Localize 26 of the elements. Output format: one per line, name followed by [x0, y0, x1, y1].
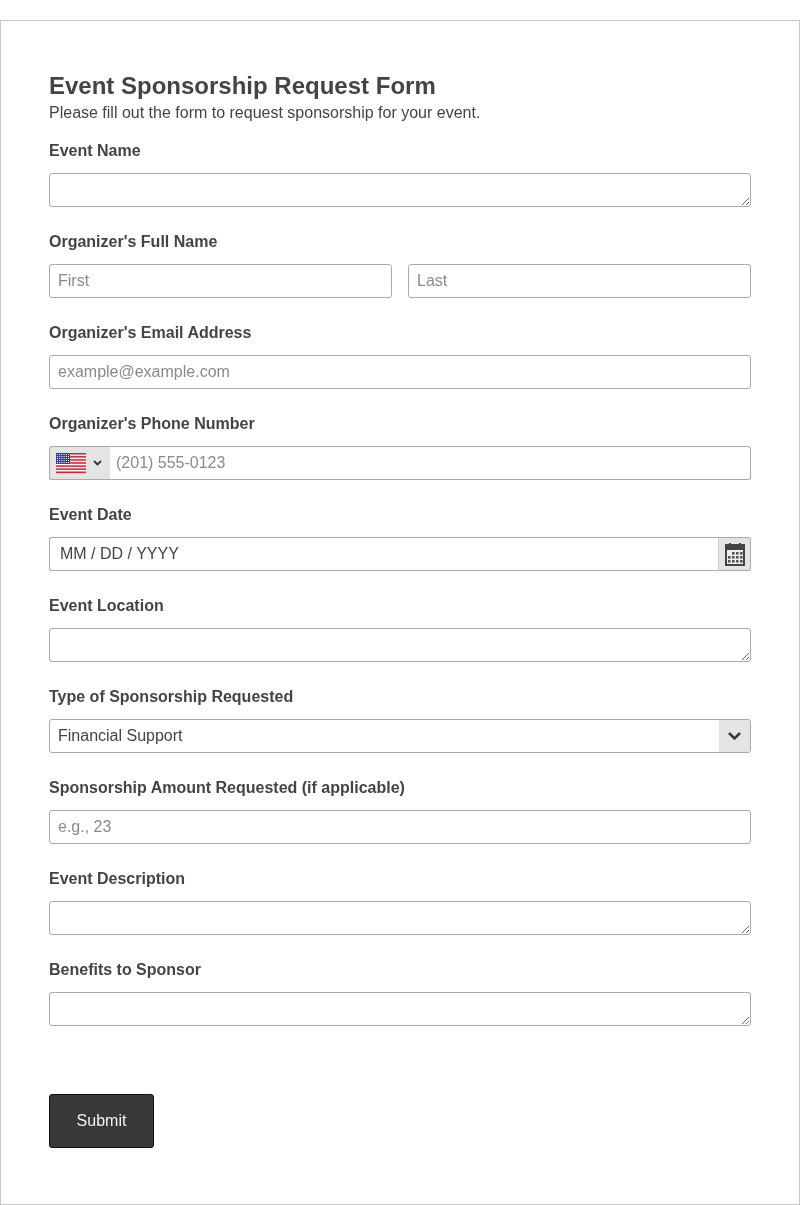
textarea-field[interactable] [49, 992, 751, 1026]
field-label: Type of Sponsorship Requested [49, 687, 295, 707]
date-field[interactable]: MM / DD / YYYY [49, 537, 718, 571]
form-title: Event Sponsorship Request Form [49, 72, 437, 100]
calendar-button[interactable] [718, 537, 751, 571]
caret-icon [719, 720, 750, 752]
calendar-icon [724, 542, 745, 566]
form-description: Please fill out the form to request sponsorship for your event. [49, 103, 482, 123]
field-label: Event Date [49, 505, 133, 525]
field-label: Sponsorship Amount Requested (if applicable) [49, 778, 406, 798]
field-label: Organizer's Email Address [49, 323, 253, 343]
name-field[interactable]: Last [408, 264, 751, 298]
submit-button[interactable]: Submit [49, 1094, 154, 1148]
email-field[interactable]: example@example.com [49, 355, 751, 389]
field-label: Organizer's Phone Number [49, 414, 256, 434]
name-field[interactable]: First [49, 264, 392, 298]
sponsorship-type-select[interactable]: Financial Support [49, 719, 751, 753]
field-label: Event Location [49, 596, 165, 616]
field-label: Event Description [49, 869, 187, 889]
field-label: Event Name [49, 141, 142, 161]
amount-field[interactable]: e.g., 23 [49, 810, 751, 844]
field-label: Benefits to Sponsor [49, 960, 202, 980]
textarea-field[interactable] [49, 173, 751, 207]
textarea-field[interactable] [49, 901, 751, 935]
textarea-field[interactable] [49, 628, 751, 662]
field-label: Organizer's Full Name [49, 232, 219, 252]
